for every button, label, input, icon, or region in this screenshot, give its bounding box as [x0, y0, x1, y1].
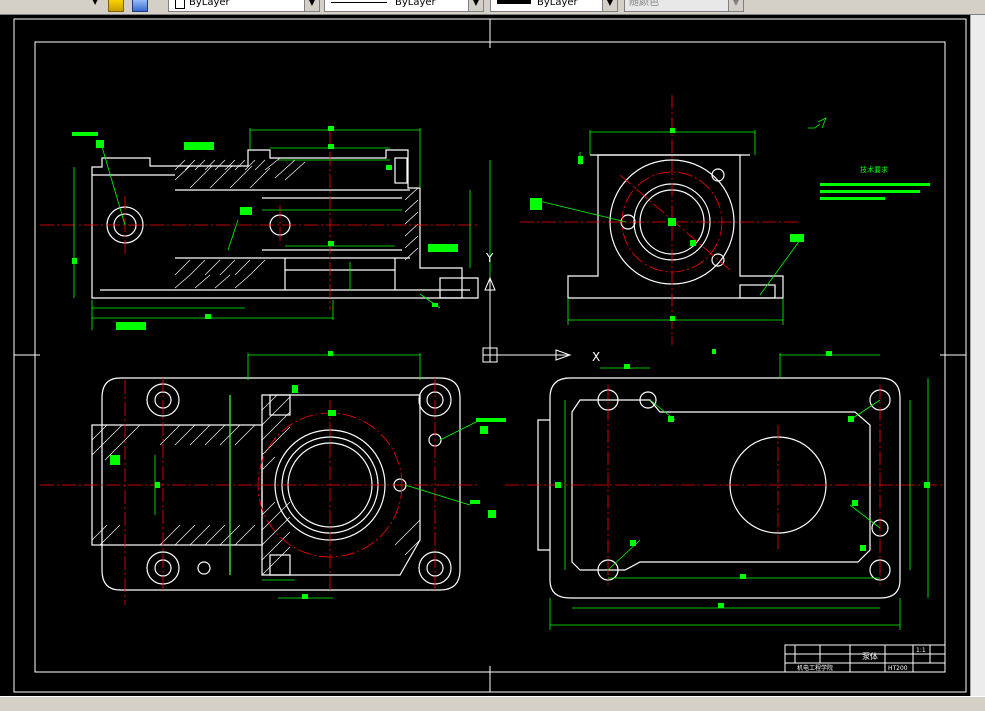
linetype-sample-icon	[331, 2, 387, 3]
title-part-name: 泵体	[862, 651, 878, 661]
ucs-icon: X Y	[482, 251, 600, 364]
linetype-control-value: ByLayer	[395, 0, 436, 8]
lineweight-control[interactable]: ByLayer ▼	[490, 0, 618, 12]
cad-drawing: 技术要求 X Y 泵体 1:1 机电工程学院 HT200	[13, 18, 967, 693]
status-bar	[0, 696, 985, 711]
chevron-down-icon[interactable]: ▼	[304, 0, 319, 11]
layer-previous-icon[interactable]	[132, 0, 148, 12]
color-swatch-icon	[175, 0, 185, 9]
title-drawing-no: HT200	[888, 665, 908, 672]
lineweight-control-value: ByLayer	[537, 0, 578, 8]
vertical-scrollbar[interactable]	[970, 15, 985, 696]
chevron-down-icon[interactable]: ▼	[602, 0, 617, 11]
bottom-view	[505, 351, 945, 630]
title-school: 机电工程学院	[797, 664, 833, 672]
plotstyle-control-value: 随颜色	[629, 0, 659, 8]
color-control-value: ByLayer	[189, 0, 230, 8]
title-block: 泵体 1:1 机电工程学院 HT200	[784, 644, 946, 673]
tech-req-title: 技术要求	[860, 165, 888, 174]
toolbar-dropdown-arrow[interactable]: ▼	[92, 0, 100, 7]
plotstyle-control[interactable]: 随颜色 ▼	[624, 0, 744, 12]
color-control[interactable]: ByLayer ▼	[168, 0, 320, 12]
layer-states-icon[interactable]	[108, 0, 124, 12]
front-section-view	[40, 126, 491, 330]
side-view	[520, 95, 804, 354]
properties-toolbar: ▼ ByLayer ▼ ByLayer ▼ ByLayer ▼ 随颜色 ▼	[0, 0, 985, 15]
ucs-x-label: X	[592, 350, 600, 364]
chevron-down-icon[interactable]: ▼	[728, 0, 743, 11]
chevron-down-icon[interactable]: ▼	[468, 0, 483, 11]
drawing-canvas[interactable]: 技术要求 X Y 泵体 1:1 机电工程学院 HT200	[0, 15, 971, 696]
top-view	[40, 351, 506, 605]
lineweight-sample-icon	[497, 0, 531, 4]
technical-requirements: 技术要求	[808, 117, 930, 200]
ucs-y-label: Y	[485, 251, 494, 265]
title-scale: 1:1	[916, 647, 926, 654]
linetype-control[interactable]: ByLayer ▼	[324, 0, 484, 12]
